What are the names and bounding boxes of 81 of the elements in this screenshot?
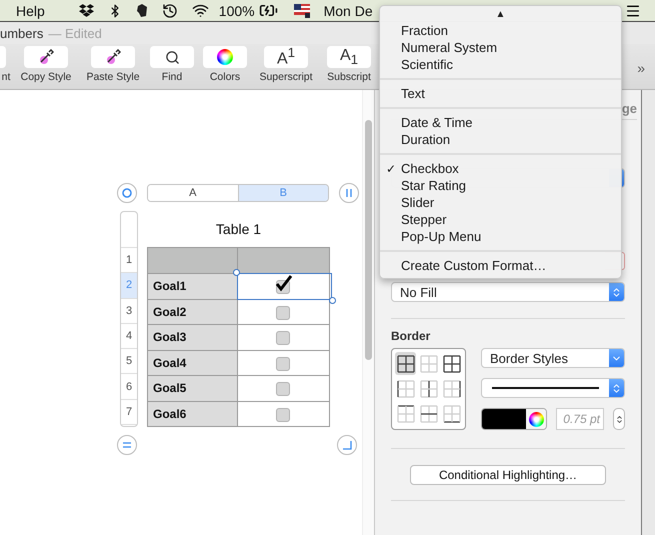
stepper[interactable] — [613, 408, 625, 430]
clock-icon[interactable] — [162, 2, 178, 18]
border-preset-icon — [442, 354, 460, 373]
toolbar-label: nt — [2, 71, 10, 83]
pause-icon — [345, 188, 353, 198]
wifi-icon[interactable] — [192, 2, 209, 19]
eyedropper-icon — [105, 49, 121, 65]
stepper-arrows-icon — [614, 414, 624, 424]
row-header[interactable]: 3 — [121, 298, 137, 324]
table-cell: Goal3 — [148, 324, 238, 350]
list-icon[interactable] — [625, 3, 641, 19]
toolbar-label: Copy Style — [20, 71, 72, 83]
menu-item[interactable]: Slider — [380, 194, 621, 211]
border-styles-popup[interactable]: Border Styles — [481, 348, 625, 368]
equals-icon — [122, 441, 132, 449]
toolbar-label: Superscript — [259, 71, 313, 83]
toolbar-button[interactable] — [24, 46, 68, 68]
text-style-icon: A$_{1}$ — [340, 46, 358, 68]
menu-item[interactable]: Star Rating — [380, 177, 621, 194]
table-cell: Goal5 — [148, 375, 238, 400]
menu-item[interactable]: Fraction — [380, 22, 621, 39]
table-cell: Goal4 — [148, 350, 238, 375]
table-cell: Goal1 — [148, 273, 238, 298]
toolbar-label: Find — [162, 71, 182, 83]
toolbar-label: Colors — [210, 71, 240, 83]
table-title: Table 1 — [214, 220, 262, 239]
line-style-popup[interactable] — [481, 378, 625, 398]
border-preset-icon — [420, 380, 438, 398]
table-cell: Goal6 — [148, 400, 238, 426]
select-table-button[interactable] — [117, 183, 137, 203]
checkmark-icon: ✓ — [386, 162, 396, 176]
window-title: umbers — [0, 26, 44, 40]
clock-text[interactable]: Mon De — [324, 2, 373, 18]
column-handle-button[interactable] — [339, 183, 359, 203]
stepper-arrows-icon — [611, 382, 622, 394]
menu-item[interactable]: Help — [16, 2, 45, 18]
edited-status: — Edited — [48, 26, 102, 40]
menu-item[interactable]: Text — [380, 85, 621, 102]
border-preset-icon — [420, 354, 438, 373]
resize-button[interactable] — [337, 435, 357, 455]
menu-item[interactable]: Duration — [380, 131, 621, 148]
border-preset-icon — [442, 405, 460, 424]
box-icon[interactable] — [78, 3, 94, 18]
flag-icon[interactable] — [294, 4, 310, 18]
border-preset-icon — [396, 354, 414, 373]
toolbar-label: Subscript — [327, 71, 371, 83]
scrollbar-thumb[interactable] — [365, 120, 372, 360]
menu-item[interactable]: ✓ Checkbox — [380, 160, 621, 177]
stepper-arrows-icon — [611, 286, 622, 298]
menu-item[interactable]: Numeral System — [380, 39, 621, 56]
color-well[interactable] — [481, 408, 547, 430]
text-style-icon: A$^{1}$ — [276, 45, 296, 69]
menu-item[interactable]: Create Custom Format… — [380, 257, 621, 274]
toolbar-button[interactable] — [150, 46, 194, 68]
toolbar-button[interactable]: A$_{1}$ — [327, 46, 371, 68]
checkbox[interactable] — [274, 274, 293, 294]
circle-icon — [122, 188, 132, 198]
corner-icon — [342, 440, 352, 450]
toolbar-button[interactable] — [91, 46, 135, 68]
color-wheel-icon — [217, 49, 233, 65]
menu-item[interactable]: Date & Time — [380, 114, 621, 131]
toolbar-label: Paste Style — [86, 71, 140, 83]
border-preset-icon — [396, 380, 414, 398]
border-preset-icon — [396, 405, 414, 424]
menu-item[interactable]: Stepper — [380, 211, 621, 228]
table-cell: Goal2 — [148, 298, 238, 324]
border-preset-icon — [442, 380, 460, 398]
conditional-highlighting-button[interactable]: Conditional Highlighting… — [410, 465, 606, 485]
border-preset-icon — [420, 405, 438, 424]
search-icon — [164, 50, 180, 64]
section-title: Border — [391, 329, 432, 343]
toolbar-button[interactable]: A$^{1}$ — [264, 46, 308, 68]
eyedropper-icon — [38, 49, 54, 65]
border-preset[interactable] — [395, 352, 416, 376]
battery-percentage: 100% — [218, 2, 255, 18]
row-handle-button[interactable] — [117, 435, 137, 455]
menu-item[interactable]: Pop-Up Menu — [380, 228, 621, 245]
overflow-button[interactable]: » — [637, 60, 645, 76]
fill-popup[interactable]: No Fill — [391, 282, 625, 302]
scroll-up-arrow[interactable]: ▲ — [380, 8, 621, 22]
menu-item[interactable]: Scientific — [380, 56, 621, 73]
